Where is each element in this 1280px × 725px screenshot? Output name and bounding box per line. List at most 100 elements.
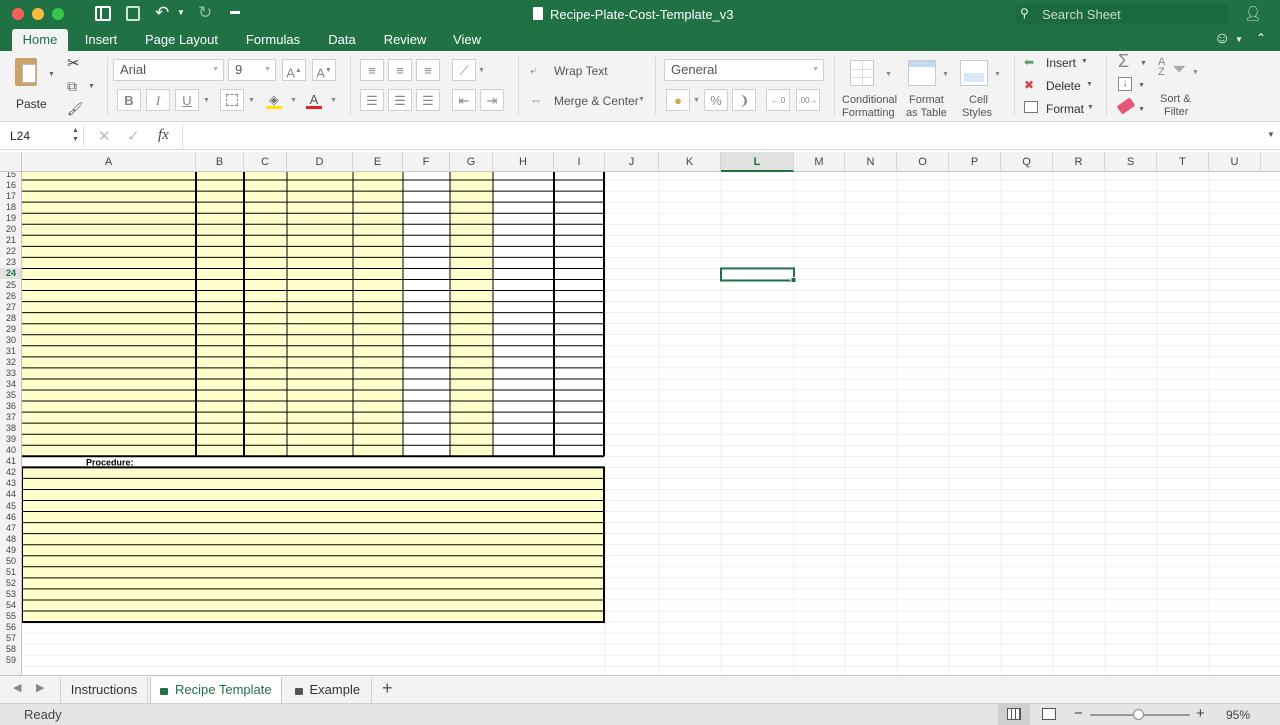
row-header-27[interactable]: 27: [0, 302, 21, 313]
zoom-window-button[interactable]: [52, 8, 64, 20]
row-header-15[interactable]: 15: [0, 172, 21, 180]
row-header-47[interactable]: 47: [0, 523, 21, 534]
row-header-20[interactable]: 20: [0, 224, 21, 235]
zoom-in-icon[interactable]: +: [1196, 705, 1205, 722]
column-header-b[interactable]: B: [196, 152, 244, 172]
paste-button[interactable]: ▼ Paste: [8, 55, 55, 115]
zoom-out-icon[interactable]: −: [1074, 705, 1083, 722]
save-icon[interactable]: [126, 6, 140, 21]
feedback-dropdown-icon[interactable]: ▼: [1235, 35, 1243, 44]
column-header-h[interactable]: H: [493, 152, 554, 172]
comma-style-button[interactable]: ❩: [732, 89, 756, 111]
share-user-icon[interactable]: 👤︎: [1244, 5, 1262, 22]
tab-review[interactable]: Review: [378, 29, 432, 51]
font-size-dropdown[interactable]: 9 ▼: [228, 59, 276, 81]
column-header-m[interactable]: M: [794, 152, 845, 172]
row-header-56[interactable]: 56: [0, 622, 21, 633]
align-left-button[interactable]: ☰: [360, 89, 384, 111]
increase-font-size-button[interactable]: A▲: [282, 59, 306, 81]
row-header-48[interactable]: 48: [0, 534, 21, 545]
smiley-feedback-icon[interactable]: ☺: [1214, 30, 1230, 48]
search-sheet-box[interactable]: ⚲ Search Sheet: [1016, 5, 1228, 24]
sheet-tab-example[interactable]: Example: [284, 677, 372, 703]
format-cells-button[interactable]: Format ▼: [1024, 101, 1096, 119]
decrease-indent-button[interactable]: ⇤: [452, 89, 476, 111]
column-header-n[interactable]: N: [845, 152, 897, 172]
tab-insert[interactable]: Insert: [78, 29, 124, 51]
row-header-57[interactable]: 57: [0, 633, 21, 644]
italic-button[interactable]: I: [146, 89, 170, 111]
align-top-button[interactable]: ≡: [360, 59, 384, 81]
font-name-dropdown[interactable]: Arial ▼: [113, 59, 224, 81]
insert-cells-button[interactable]: ⬅ Insert ▼: [1024, 55, 1094, 73]
borders-button[interactable]: [220, 89, 244, 111]
undo-icon[interactable]: ↶: [155, 3, 169, 23]
row-header-22[interactable]: 22: [0, 246, 21, 257]
decrease-font-size-button[interactable]: A▼: [312, 59, 336, 81]
name-box[interactable]: L24 ▲ ▼: [4, 125, 84, 147]
add-sheet-icon[interactable]: +: [382, 678, 393, 699]
sidebar-toggle-icon[interactable]: [95, 6, 111, 21]
fill-color-dropdown-icon[interactable]: ▼: [290, 97, 297, 104]
row-header-31[interactable]: 31: [0, 346, 21, 357]
orientation-dropdown-icon[interactable]: ▼: [478, 67, 485, 74]
column-header-u[interactable]: U: [1209, 152, 1261, 172]
column-header-c[interactable]: C: [244, 152, 287, 172]
row-header-45[interactable]: 45: [0, 501, 21, 512]
align-right-button[interactable]: ☰: [416, 89, 440, 111]
zoom-slider-thumb[interactable]: [1133, 709, 1144, 720]
sort-filter-button[interactable]: AZ ⏷ ▼ Sort & Filter: [1152, 55, 1202, 119]
fill-color-button[interactable]: ◈: [262, 89, 286, 111]
column-header-a[interactable]: A: [22, 152, 196, 172]
minimize-window-button[interactable]: [32, 8, 44, 20]
redo-icon[interactable]: ↻: [198, 3, 212, 23]
row-header-23[interactable]: 23: [0, 257, 21, 268]
fill-down-icon[interactable]: ↓: [1118, 77, 1132, 91]
column-header-g[interactable]: G: [450, 152, 493, 172]
underline-button[interactable]: U: [175, 89, 199, 111]
formula-input[interactable]: [182, 124, 1262, 148]
accounting-format-button[interactable]: ●: [666, 89, 690, 111]
sheet-tab-recipe-template[interactable]: Recipe Template: [150, 677, 282, 703]
delete-cells-button[interactable]: ✖ Delete ▼: [1024, 78, 1094, 96]
row-header-29[interactable]: 29: [0, 324, 21, 335]
collapse-ribbon-icon[interactable]: ⌃: [1256, 31, 1266, 45]
cell-styles-button[interactable]: ▼ Cell Styles: [956, 57, 1006, 119]
previous-sheet-icon[interactable]: ◀: [13, 681, 21, 694]
row-header-38[interactable]: 38: [0, 423, 21, 434]
column-header-l[interactable]: L: [721, 152, 794, 172]
increase-indent-button[interactable]: ⇥: [480, 89, 504, 111]
format-painter-icon[interactable]: 🖌︎: [67, 101, 84, 117]
column-header-i[interactable]: I: [554, 152, 605, 172]
column-header-j[interactable]: J: [605, 152, 659, 172]
row-header-52[interactable]: 52: [0, 578, 21, 589]
row-header-37[interactable]: 37: [0, 412, 21, 423]
decrease-decimal-button[interactable]: .00→: [796, 89, 820, 111]
autosum-icon[interactable]: Σ: [1118, 51, 1129, 72]
normal-view-button[interactable]: [998, 704, 1030, 725]
sheet-tab-instructions[interactable]: Instructions: [60, 677, 148, 703]
align-middle-button[interactable]: ≡: [388, 59, 412, 81]
column-header-o[interactable]: O: [897, 152, 949, 172]
row-header-17[interactable]: 17: [0, 191, 21, 202]
row-header-44[interactable]: 44: [0, 489, 21, 500]
column-header-q[interactable]: Q: [1001, 152, 1053, 172]
increase-decimal-button[interactable]: ←.0: [766, 89, 790, 111]
accounting-dropdown-icon[interactable]: ▼: [693, 97, 700, 104]
bold-button[interactable]: B: [117, 89, 141, 111]
row-header-35[interactable]: 35: [0, 390, 21, 401]
insert-function-icon[interactable]: fx: [158, 127, 169, 144]
number-format-dropdown[interactable]: General ▼: [664, 59, 824, 81]
row-header-51[interactable]: 51: [0, 567, 21, 578]
row-header-24[interactable]: 24: [0, 268, 21, 280]
row-header-26[interactable]: 26: [0, 291, 21, 302]
row-header-40[interactable]: 40: [0, 445, 21, 456]
select-all-corner[interactable]: [0, 152, 22, 172]
row-header-25[interactable]: 25: [0, 280, 21, 291]
tab-page-layout[interactable]: Page Layout: [138, 29, 225, 51]
column-header-e[interactable]: E: [353, 152, 403, 172]
row-header-41[interactable]: 41: [0, 456, 21, 467]
row-header-30[interactable]: 30: [0, 335, 21, 346]
column-header-f[interactable]: F: [403, 152, 450, 172]
column-header-d[interactable]: D: [287, 152, 353, 172]
